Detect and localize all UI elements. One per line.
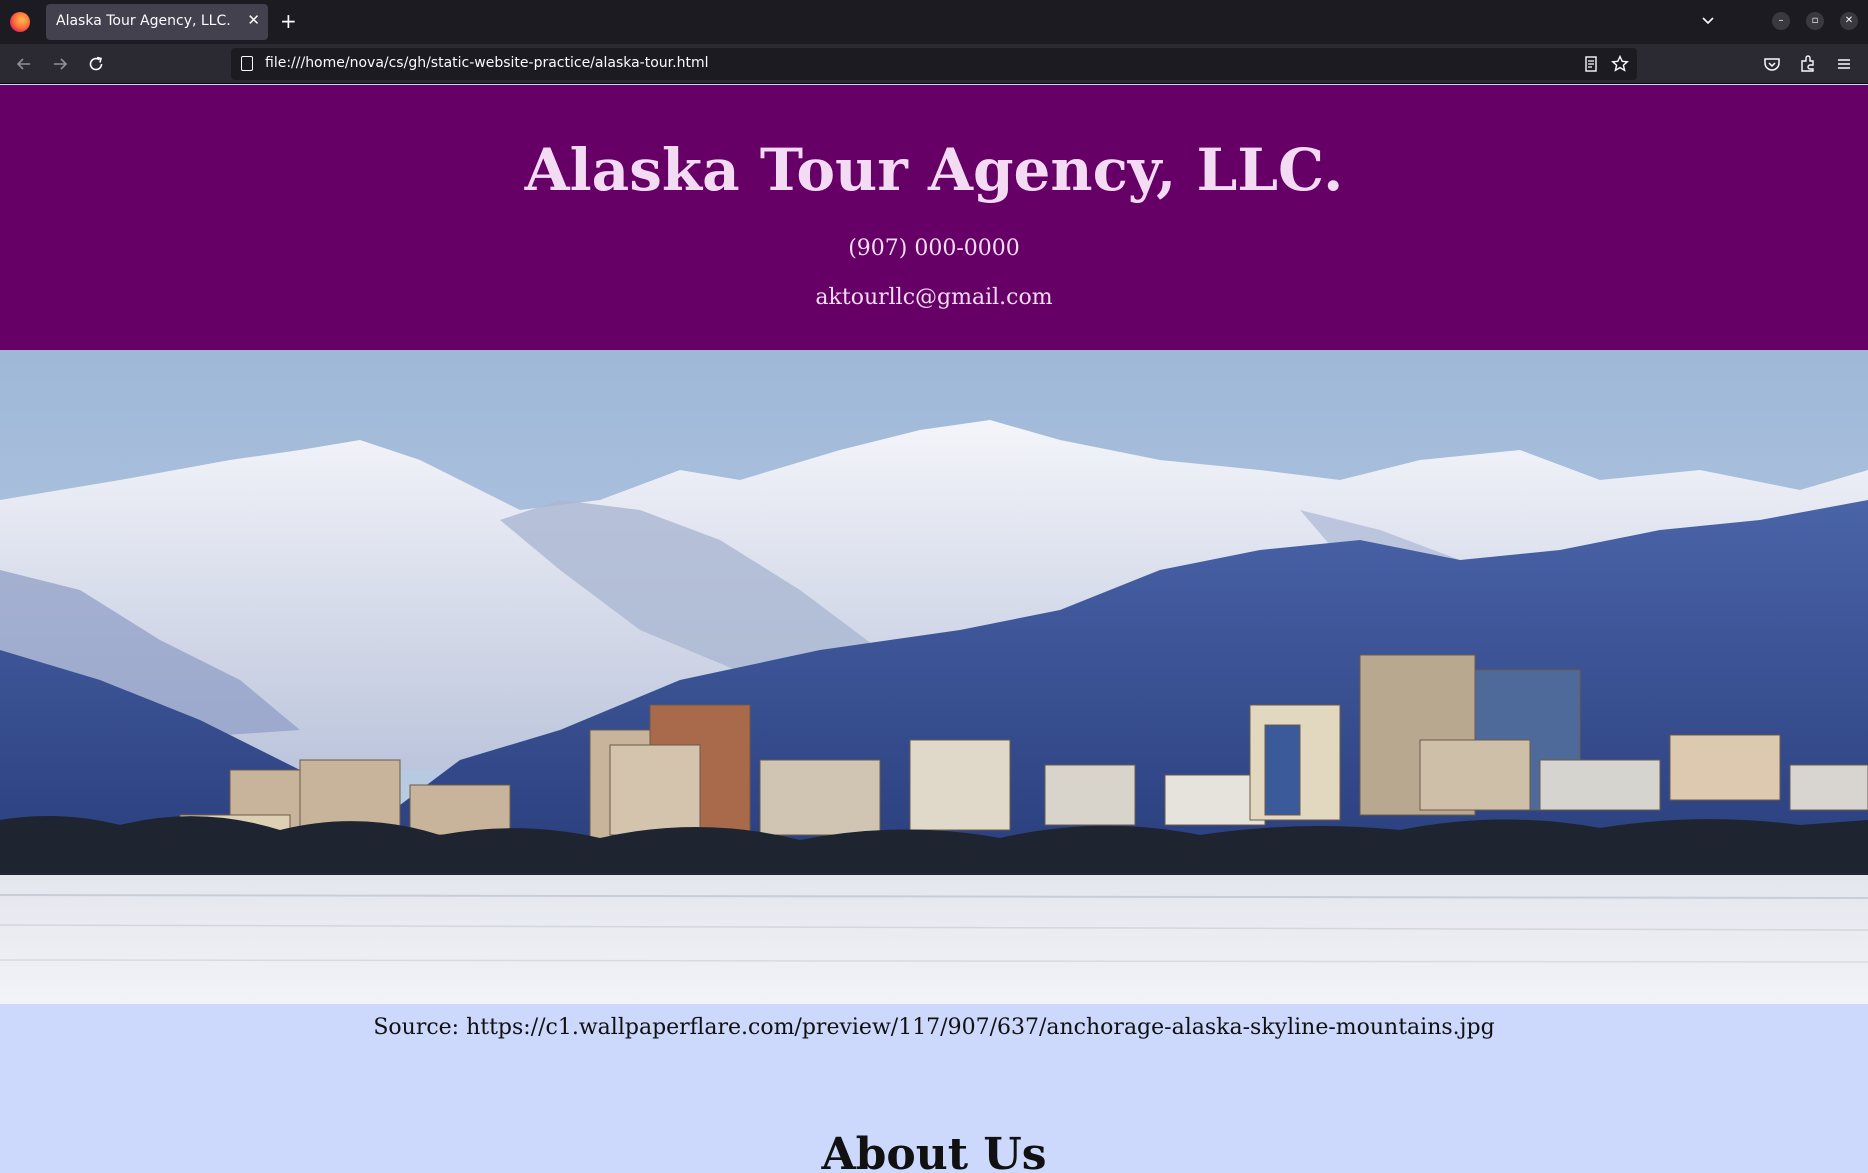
star-icon[interactable] xyxy=(1610,54,1630,74)
web-page: Alaska Tour Agency, LLC. (907) 000-0000 … xyxy=(0,85,1868,1173)
reload-icon[interactable] xyxy=(86,54,106,74)
site-header: Alaska Tour Agency, LLC. (907) 000-0000 … xyxy=(0,85,1868,350)
url-bar[interactable]: file:///home/nova/cs/gh/static-website-p… xyxy=(231,48,1637,80)
forward-arrow-icon[interactable] xyxy=(50,54,70,74)
image-source-caption: Source: https://c1.wallpaperflare.com/pr… xyxy=(373,1015,1495,1040)
new-tab-button[interactable]: + xyxy=(280,9,297,33)
url-text[interactable]: file:///home/nova/cs/gh/static-website-p… xyxy=(265,55,708,71)
chevron-down-icon[interactable] xyxy=(1700,12,1716,28)
navigation-bar: file:///home/nova/cs/gh/static-website-p… xyxy=(0,44,1868,84)
page-icon xyxy=(241,56,253,71)
back-arrow-icon[interactable] xyxy=(14,54,34,74)
anchorage-skyline-image xyxy=(0,350,1868,1004)
close-window-icon[interactable]: ✕ xyxy=(1840,12,1858,30)
hamburger-menu-icon[interactable] xyxy=(1834,54,1854,74)
reader-view-icon[interactable] xyxy=(1581,54,1601,74)
site-title: Alaska Tour Agency, LLC. xyxy=(524,136,1344,204)
restore-icon[interactable]: ▫ xyxy=(1806,12,1824,30)
extensions-icon[interactable] xyxy=(1798,54,1818,74)
pocket-icon[interactable] xyxy=(1762,54,1782,74)
about-us-heading: About Us xyxy=(821,1129,1047,1173)
hero-image xyxy=(0,350,1868,1004)
phone-number: (907) 000-0000 xyxy=(848,236,1020,261)
tab-title: Alaska Tour Agency, LLC. xyxy=(56,13,231,29)
tab-bar: Alaska Tour Agency, LLC. ✕ + – ▫ ✕ xyxy=(0,0,1868,44)
tab-close-icon[interactable]: ✕ xyxy=(247,11,260,29)
firefox-logo-icon xyxy=(10,12,30,32)
minimize-icon[interactable]: – xyxy=(1772,12,1790,30)
email-address: aktourllc@gmail.com xyxy=(815,285,1053,310)
browser-tab[interactable]: Alaska Tour Agency, LLC. ✕ xyxy=(46,4,268,40)
